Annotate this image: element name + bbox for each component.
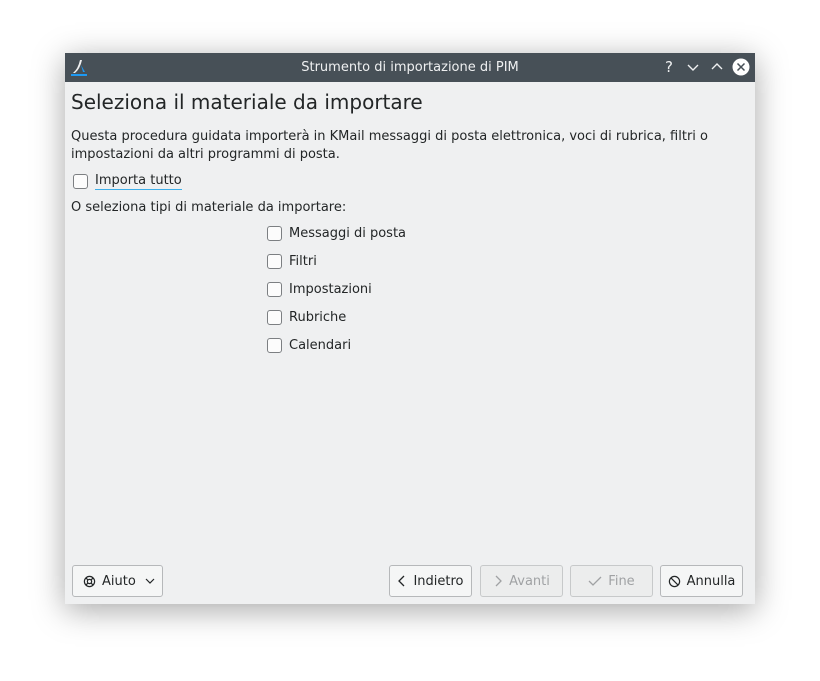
checkbox-box[interactable] [73,173,88,189]
option-label: Calendari [289,337,352,353]
filters-checkbox[interactable]: Filtri [267,251,317,271]
next-button-label: Avanti [509,573,550,589]
lifebuoy-icon [83,575,96,587]
back-button[interactable]: Indietro [389,565,472,597]
checkbox-box[interactable] [267,309,282,325]
option-label: Messaggi di posta [289,225,407,241]
checkbox-box[interactable] [267,253,282,269]
close-icon[interactable] [731,57,751,77]
checkmark-icon [588,576,602,586]
help-button[interactable]: Aiuto [72,565,163,597]
chevron-right-icon [495,575,503,587]
address-books-checkbox[interactable]: Rubriche [267,307,346,327]
checkbox-box[interactable] [267,337,282,353]
checkbox-box[interactable] [267,281,282,297]
select-types-label: O seleziona tipi di materiale da importa… [71,200,347,215]
next-button[interactable]: Avanti [480,565,563,597]
chevron-down-icon [145,578,155,584]
cancel-button[interactable]: Annulla [660,565,743,597]
import-all-checkbox[interactable]: Importa tutto [73,171,182,191]
help-icon[interactable]: ? [659,57,679,77]
titlebar[interactable]: Strumento di importazione di PIM ? [65,53,755,82]
option-label: Filtri [289,253,317,269]
svg-text:?: ? [665,59,673,75]
finish-button[interactable]: Fine [570,565,653,597]
back-button-label: Indietro [413,573,464,589]
window-title: Strumento di importazione di PIM [301,60,519,75]
import-wizard-window: Strumento di importazione di PIM ? Selez… [65,53,755,604]
minimize-icon[interactable] [683,57,703,77]
page-title: Seleziona il materiale da importare [71,90,423,114]
cancel-button-label: Annulla [686,573,736,589]
import-all-label: Importa tutto [95,172,182,190]
page-description: Questa procedura guidata importerà in KM… [71,129,708,162]
mail-messages-checkbox[interactable]: Messaggi di posta [267,223,406,243]
calendars-checkbox[interactable]: Calendari [267,335,351,355]
settings-checkbox[interactable]: Impostazioni [267,279,372,299]
help-button-label: Aiuto [102,573,136,589]
cancel-icon [668,575,680,587]
checkbox-box[interactable] [267,225,282,241]
option-label: Impostazioni [289,281,372,297]
finish-button-label: Fine [608,573,635,589]
maximize-icon[interactable] [707,57,727,77]
wizard-page: Seleziona il materiale da importare Ques… [65,82,755,604]
chevron-left-icon [398,575,405,587]
option-label: Rubriche [289,309,347,325]
